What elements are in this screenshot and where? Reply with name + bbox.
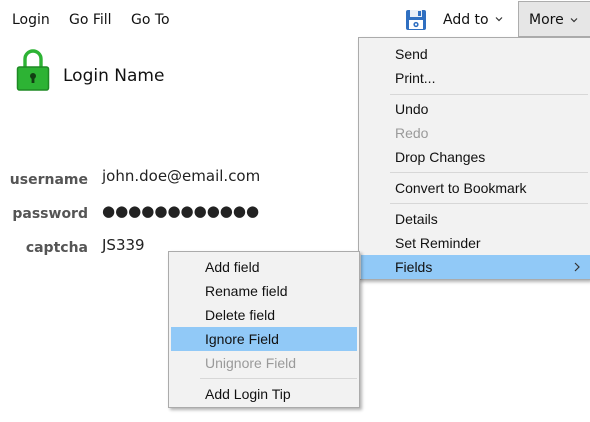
more-button[interactable]: More [518, 1, 590, 37]
record-title: Login Name [63, 66, 165, 86]
chevron-down-icon [570, 18, 578, 23]
menu-item-ignore-field[interactable]: Ignore Field [171, 327, 357, 351]
fields-submenu: Add field Rename field Delete field Igno… [168, 251, 360, 408]
menu-item-details[interactable]: Details [361, 207, 588, 231]
lock-icon [16, 49, 50, 91]
username-value[interactable]: john.doe@email.com [102, 166, 260, 186]
menu-item-print[interactable]: Print... [361, 66, 588, 90]
chevron-down-icon [495, 17, 503, 22]
menu-item-fields-label: Fields [395, 259, 433, 275]
save-button[interactable] [404, 8, 428, 32]
add-to-button[interactable]: Add to [443, 11, 503, 29]
go-fill-button[interactable]: Go Fill [69, 11, 112, 29]
password-value[interactable]: ●●●●●●●●●●●● [102, 201, 259, 221]
menu-item-set-reminder[interactable]: Set Reminder [361, 231, 588, 255]
menu-item-add-field[interactable]: Add field [171, 255, 357, 279]
menu-separator [390, 172, 588, 173]
menu-item-unignore-field: Unignore Field [205, 355, 297, 371]
username-label: username [9, 172, 88, 188]
captcha-value[interactable]: JS339 [102, 235, 145, 255]
chevron-right-icon [574, 262, 580, 272]
menu-item-redo: Redo [395, 125, 429, 141]
password-label: password [12, 206, 88, 222]
menu-separator [390, 94, 588, 95]
go-to-button[interactable]: Go To [131, 11, 170, 29]
save-disk-icon [406, 10, 426, 30]
menu-item-add-login-tip[interactable]: Add Login Tip [171, 382, 357, 406]
captcha-label: captcha [25, 240, 88, 256]
menu-item-drop-changes[interactable]: Drop Changes [361, 145, 588, 169]
add-to-label: Add to [443, 12, 489, 28]
menu-item-convert-to-bookmark[interactable]: Convert to Bookmark [361, 176, 588, 200]
menu-separator [390, 203, 588, 204]
more-label: More [529, 12, 564, 28]
menu-item-rename-field[interactable]: Rename field [171, 279, 357, 303]
menu-separator [200, 378, 357, 379]
menu-item-send[interactable]: Send [361, 42, 588, 66]
more-menu: Send Print... Undo Redo Drop Changes Con… [358, 37, 590, 280]
menu-item-delete-field[interactable]: Delete field [171, 303, 357, 327]
menu-item-undo[interactable]: Undo [361, 97, 588, 121]
menu-item-fields[interactable]: Fields [361, 255, 590, 279]
login-button[interactable]: Login [12, 11, 50, 29]
